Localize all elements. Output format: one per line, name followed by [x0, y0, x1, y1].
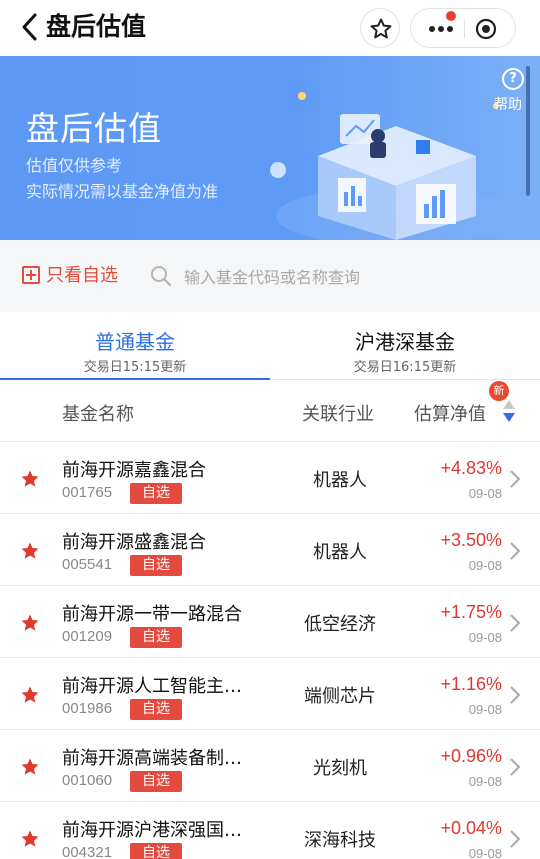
estimate-change: +4.83%	[440, 458, 502, 478]
help-label: 帮助	[494, 97, 522, 113]
fund-name: 前海开源盛鑫混合	[62, 532, 206, 553]
estimate-date: 09-08	[468, 558, 502, 573]
tab-hk-sz-funds[interactable]: 沪港深基金 交易日16:15更新	[270, 312, 540, 380]
fund-industry: 机器人	[313, 470, 367, 491]
fund-row[interactable]: 前海开源盛鑫混合 005541 自选 机器人 +3.50% 09-08	[0, 514, 540, 586]
estimate-change: +0.04%	[440, 818, 502, 838]
target-icon[interactable]	[475, 18, 497, 40]
star-filled-icon[interactable]	[20, 685, 40, 705]
estimate-date: 09-08	[468, 486, 502, 501]
filter-bar: 只看自选	[0, 240, 540, 312]
fund-code: 001209	[62, 628, 113, 645]
star-filled-icon[interactable]	[20, 469, 40, 489]
fund-row[interactable]: 前海开源人工智能主… 001986 自选 端侧芯片 +1.16% 09-08	[0, 658, 540, 730]
top-nav-bar: 盘后估值	[0, 0, 540, 56]
chevron-right-icon	[510, 470, 521, 488]
estimate-change: +1.75%	[440, 602, 502, 622]
notification-dot	[446, 11, 456, 21]
chevron-right-icon	[510, 686, 521, 704]
favorite-button[interactable]	[360, 8, 400, 48]
estimate-change: +1.16%	[440, 674, 502, 694]
banner: 盘后估值 估值仅供参考 实际情况需以基金净值为准 ? 帮助	[0, 56, 540, 240]
fund-name: 前海开源人工智能主…	[62, 676, 242, 697]
estimate-date: 09-08	[468, 702, 502, 717]
mini-program-capsule	[410, 8, 516, 48]
fund-row[interactable]: 前海开源嘉鑫混合 001765 自选 机器人 +4.83% 09-08	[0, 442, 540, 514]
chevron-right-icon	[510, 614, 521, 632]
fund-industry: 深海科技	[304, 830, 376, 851]
chevron-right-icon	[510, 542, 521, 560]
column-header-estimate[interactable]: 估算净值	[414, 400, 486, 426]
banner-note: 实际情况需以基金净值为准	[26, 182, 219, 201]
favorite-tag: 自选	[130, 699, 182, 720]
star-outline-icon	[370, 18, 392, 39]
favorite-tag: 自选	[130, 483, 182, 504]
fund-industry: 机器人	[313, 542, 367, 563]
fund-industry: 端侧芯片	[304, 686, 376, 707]
tab-normal-funds[interactable]: 普通基金 交易日15:15更新	[0, 312, 270, 381]
estimate-date: 09-08	[468, 774, 502, 789]
estimate-change: +0.96%	[440, 746, 502, 766]
banner-illustration	[270, 92, 516, 240]
capsule-divider	[464, 20, 465, 38]
favorite-tag: 自选	[130, 555, 182, 576]
fund-row[interactable]: 前海开源一带一路混合 001209 自选 低空经济 +1.75% 09-08	[0, 586, 540, 658]
search-box[interactable]	[150, 262, 520, 292]
star-filled-icon[interactable]	[20, 613, 40, 633]
fund-name: 前海开源沪港深强国…	[62, 820, 242, 841]
tab-update-time: 交易日16:15更新	[353, 360, 457, 375]
chevron-right-icon	[510, 830, 521, 848]
fund-code: 005541	[62, 556, 113, 573]
search-input[interactable]	[184, 262, 514, 292]
fund-name: 前海开源一带一路混合	[62, 604, 242, 625]
star-filled-icon[interactable]	[20, 829, 40, 849]
banner-subtitle: 估值仅供参考	[26, 156, 123, 175]
fund-code: 001986	[62, 700, 113, 717]
fund-industry: 低空经济	[304, 614, 376, 635]
more-dots-icon[interactable]	[427, 21, 455, 37]
tab-bar: 普通基金 交易日15:15更新 沪港深基金 交易日16:15更新	[0, 312, 540, 381]
chevron-left-icon	[22, 13, 37, 41]
fund-code: 001765	[62, 484, 113, 501]
plus-box-icon	[22, 266, 40, 284]
fund-code: 001060	[62, 772, 113, 789]
back-button[interactable]	[18, 12, 44, 42]
star-filled-icon[interactable]	[20, 757, 40, 777]
favorite-tag: 自选	[130, 627, 182, 648]
estimate-change: +3.50%	[440, 530, 502, 550]
estimate-date: 09-08	[468, 630, 502, 645]
sort-icon[interactable]	[502, 398, 516, 424]
question-icon: ?	[502, 68, 524, 90]
star-filled-icon[interactable]	[20, 541, 40, 561]
tab-label: 普通基金	[95, 330, 175, 354]
scrollbar[interactable]	[526, 66, 530, 196]
page-title: 盘后估值	[46, 12, 147, 41]
column-header-industry: 关联行业	[302, 404, 374, 425]
favorite-tag: 自选	[130, 843, 182, 859]
chevron-right-icon	[510, 758, 521, 776]
fund-industry: 光刻机	[313, 758, 367, 779]
fund-name: 前海开源嘉鑫混合	[62, 460, 206, 481]
fund-row[interactable]: 前海开源沪港深强国… 004321 自选 深海科技 +0.04% 09-08	[0, 802, 540, 859]
tab-update-time: 交易日15:15更新	[83, 360, 187, 375]
tab-label: 沪港深基金	[355, 330, 455, 354]
column-header-fund-name: 基金名称	[62, 404, 134, 425]
fund-code: 004321	[62, 844, 113, 859]
favorite-tag: 自选	[130, 771, 182, 792]
fund-name: 前海开源高端装备制…	[62, 748, 242, 769]
estimate-date: 09-08	[468, 846, 502, 859]
list-header: 基金名称 关联行业 估算净值 新	[0, 380, 540, 442]
banner-title: 盘后估值	[26, 109, 162, 148]
search-icon	[151, 266, 172, 287]
only-favorites-label: 只看自选	[46, 265, 118, 286]
fund-row[interactable]: 前海开源高端装备制… 001060 自选 光刻机 +0.96% 09-08	[0, 730, 540, 802]
